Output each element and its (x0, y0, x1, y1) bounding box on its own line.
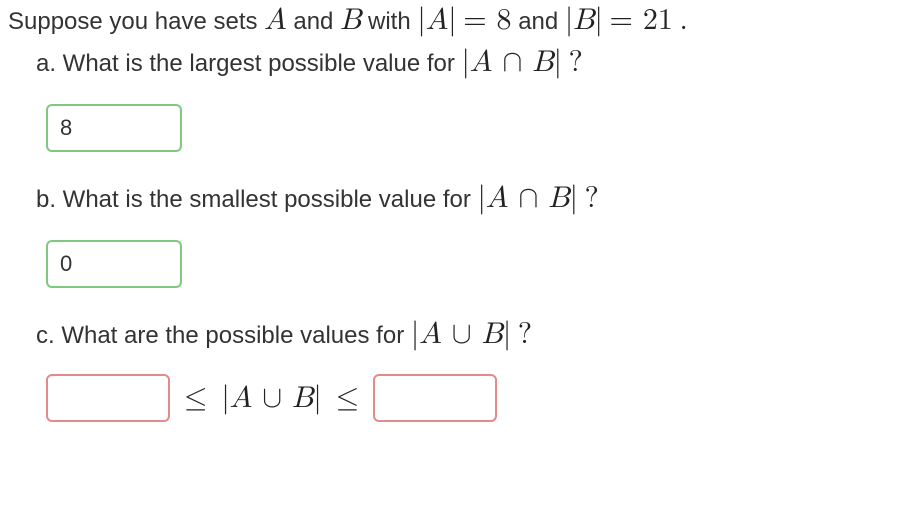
part-b-prompt: b. What is the smallest possible value f… (36, 180, 894, 216)
part-c-low-input[interactable] (46, 374, 170, 422)
intro-and1: and (293, 8, 340, 35)
intro-period: . (680, 5, 688, 35)
intro-and2: and (518, 8, 565, 35)
leq-1: ≤ (182, 380, 209, 416)
part-b-expr: |A ∩ B| (478, 183, 578, 213)
part-b-qmark: ? (585, 183, 599, 213)
part-c-qmark: ? (518, 319, 532, 349)
part-a-answer-row (46, 104, 894, 152)
eq-a-eq: = (463, 5, 496, 35)
part-b-answer-input[interactable] (46, 240, 182, 288)
intro-prefix: Suppose you have sets (8, 8, 264, 35)
part-c-mid-expr: |A ∪ B| (221, 380, 321, 416)
intro-with: with (368, 8, 417, 35)
part-a-qmark: ? (569, 47, 583, 77)
part-c-label: c. What are the possible values for (36, 322, 411, 349)
intro-line: Suppose you have sets A and B with |A| =… (8, 2, 894, 38)
set-a-symbol: A (264, 5, 287, 35)
set-b-symbol: B (340, 5, 361, 35)
question-page: Suppose you have sets A and B with |A| =… (0, 2, 902, 422)
card-b-letter: B (573, 5, 594, 35)
part-a-label: a. What is the largest possible value fo… (36, 50, 462, 77)
card-a-letter: A (426, 5, 449, 35)
part-c-prompt: c. What are the possible values for |A ∪… (36, 316, 894, 352)
leq-2: ≤ (334, 380, 361, 416)
eq-b-eq: = (610, 5, 643, 35)
part-a-answer-input[interactable] (46, 104, 182, 152)
part-c-expr: |A ∪ B| (411, 319, 511, 349)
part-c-high-input[interactable] (373, 374, 497, 422)
card-a-lhs: |A| (417, 5, 456, 35)
part-b-label: b. What is the smallest possible value f… (36, 186, 478, 213)
part-c-answer-row: ≤ |A ∪ B| ≤ (46, 374, 894, 422)
card-b-lhs: |B| (565, 5, 603, 35)
eq-b-rhs: 21 (643, 5, 673, 35)
eq-a-rhs: 8 (497, 5, 512, 35)
part-b-answer-row (46, 240, 894, 288)
part-a-prompt: a. What is the largest possible value fo… (36, 44, 894, 80)
part-a-expr: |A ∩ B| (462, 47, 562, 77)
